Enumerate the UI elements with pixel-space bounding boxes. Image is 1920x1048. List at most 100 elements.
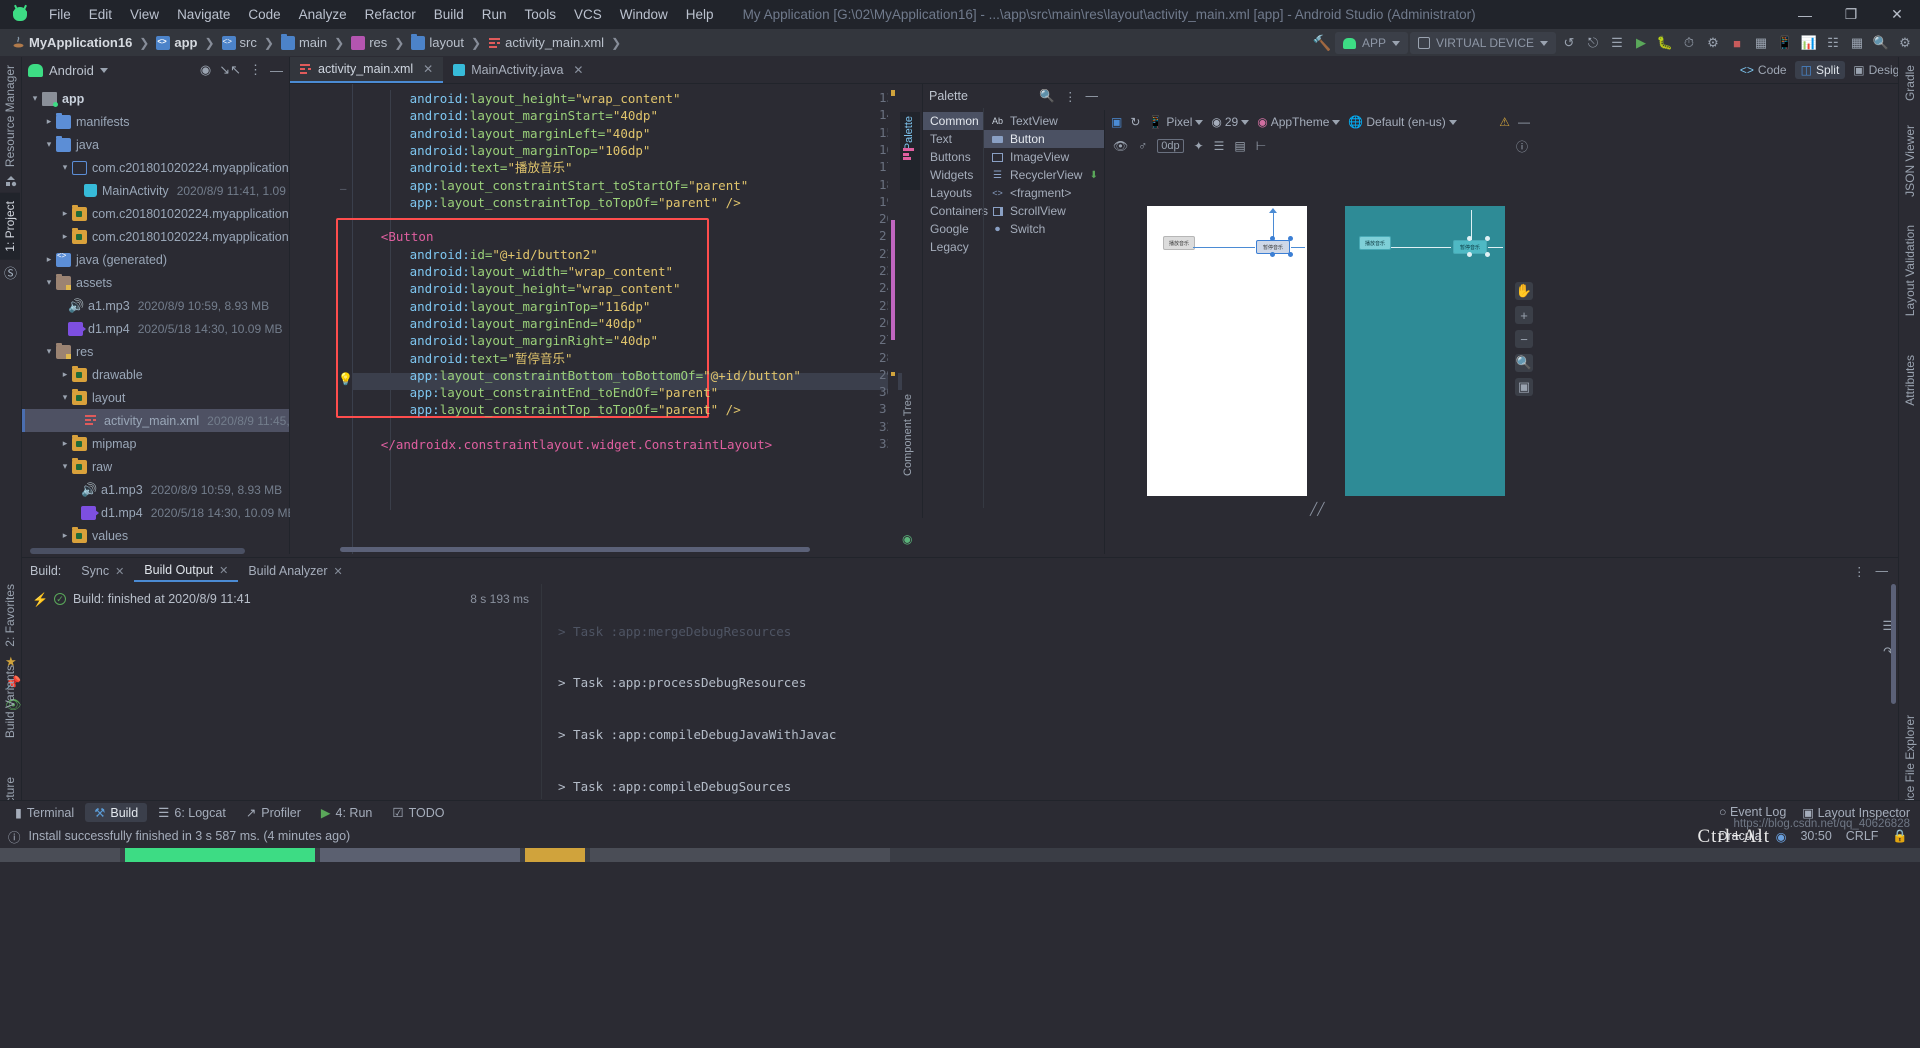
build-panel-side-icons[interactable]: ☰ ↷ (1876, 584, 1898, 799)
device-preview-render[interactable]: 播放音乐 暂停音乐 (1147, 206, 1307, 496)
build-status-row[interactable]: ✓ Build: finished at 2020/8/9 11:41 (32, 592, 541, 606)
palette-category-buttons[interactable]: Buttons (923, 148, 983, 166)
breadcrumb-item-project[interactable]: MyApplication16 (8, 33, 136, 52)
search-icon[interactable]: 🔍 (1039, 89, 1055, 104)
left-tool-strip[interactable]: Resource Manager 1: Project Ⓢ 2: Favorit… (0, 57, 22, 863)
sidebar-tab-json-viewer[interactable]: JSON Viewer (1900, 117, 1920, 205)
resize-handle-tr[interactable] (1485, 236, 1490, 241)
maximize-button[interactable]: ❐ (1828, 0, 1874, 29)
search-everywhere-icon[interactable]: 🔍 (1870, 32, 1892, 54)
code-line[interactable]: android:text="播放音乐" (352, 159, 573, 176)
right-tool-strip[interactable]: Gradle JSON Viewer Layout Validation Att… (1898, 57, 1920, 863)
chevron-right-icon[interactable]: ▸ (58, 369, 72, 380)
mode-button-split[interactable]: ◫ Split (1794, 61, 1846, 79)
zoom-out-icon[interactable]: − (1515, 330, 1533, 348)
profile-icon[interactable]: ⏱ (1678, 32, 1700, 54)
bottom-tab-run[interactable]: ▶ 4: Run (312, 803, 381, 822)
tree-row-raw-a1mp3[interactable]: 🔊 a1.mp3 2020/8/9 10:59, 8.93 MB (22, 478, 289, 501)
locale-dropdown[interactable]: 🌐 Default (en-us) (1348, 115, 1457, 129)
breadcrumb-item-main[interactable]: main (277, 33, 331, 52)
menu-item-help[interactable]: Help (677, 3, 723, 26)
resize-handle-br[interactable] (1288, 252, 1293, 257)
download-icon[interactable]: ⬇ (1090, 170, 1104, 181)
tree-row-assets-a1mp3[interactable]: 🔊 a1.mp3 2020/8/9 10:59, 8.93 MB (22, 294, 289, 317)
canvas-resize-handle[interactable]: ╱╱ (1310, 502, 1324, 516)
design-surface-icon[interactable]: ▣ (1111, 115, 1122, 129)
menu-item-analyze[interactable]: Analyze (290, 3, 356, 26)
chevron-down-icon[interactable]: ▾ (58, 461, 72, 472)
chevron-down-icon[interactable]: ▾ (42, 139, 56, 150)
build-tree-pane[interactable]: ⚡ ✓ Build: finished at 2020/8/9 11:41 8 … (22, 584, 542, 799)
build-run-icon[interactable]: ⚡ (32, 592, 48, 608)
api-dropdown[interactable]: ◉ 29 (1211, 115, 1250, 129)
chevron-right-icon[interactable]: ▸ (58, 530, 72, 541)
project-structure-icon[interactable]: ☷ (1822, 32, 1844, 54)
default-margin-value[interactable]: 0dp (1157, 139, 1184, 153)
kebab-menu-icon[interactable]: ⋮ (1853, 564, 1866, 579)
chevron-right-icon[interactable]: ▸ (58, 231, 72, 242)
sdk-icon[interactable]: ▦ (1846, 32, 1868, 54)
tree-row-assets-d1mp4[interactable]: d1.mp4 2020/5/18 14:30, 10.09 MB (22, 317, 289, 340)
warning-marker[interactable] (891, 90, 895, 96)
window-controls[interactable]: — ❐ ✕ (1782, 0, 1920, 29)
build-tab-bar[interactable]: Build: Sync ✕ Build Output ✕ Build Analy… (22, 558, 1898, 584)
taskbar-item[interactable] (320, 848, 520, 862)
code-line[interactable]: android:layout_marginTop="106dp" (352, 142, 651, 159)
chevron-down-icon[interactable]: ▾ (42, 277, 56, 288)
palette-category-widgets[interactable]: Widgets (923, 166, 983, 184)
warning-icon[interactable]: ⚠ (1499, 115, 1510, 129)
tree-row-raw[interactable]: ▾ raw (22, 455, 289, 478)
guideline-icon[interactable]: ☰ (1214, 139, 1225, 153)
minimize-icon[interactable]: — (1876, 564, 1889, 579)
code-line[interactable]: android:layout_width="wrap_content" (352, 263, 673, 280)
project-tree[interactable]: ▾ app ▸ manifests ▾ java ▾ com.c20180102… (22, 83, 353, 547)
code-line[interactable]: android:layout_marginTop="116dp" (352, 298, 651, 315)
build-tab-build-analyzer[interactable]: Build Analyzer ✕ (238, 561, 352, 581)
debug-button-icon[interactable]: 🐛 (1654, 32, 1676, 54)
project-view-selector[interactable]: Android (49, 63, 94, 78)
close-icon[interactable]: ✕ (219, 564, 228, 577)
layout-editor-icon[interactable]: ▦ (1750, 32, 1772, 54)
chevron-right-icon[interactable]: ▸ (42, 254, 56, 265)
editor-tab-mainactivity-java[interactable]: MainActivity.java ✕ (443, 57, 593, 83)
palette-item-button[interactable]: Button (984, 130, 1104, 148)
main-menu[interactable]: File Edit View Navigate Code Analyze Ref… (40, 3, 723, 26)
code-line[interactable]: <Button (352, 228, 434, 245)
code-line[interactable]: android:id="@+id/button2" (352, 246, 598, 263)
palette-item-scrollview[interactable]: ScrollView (984, 202, 1104, 220)
menu-item-window[interactable]: Window (611, 3, 677, 26)
breadcrumb-item-app[interactable]: app (152, 33, 201, 52)
build-tab-build-output[interactable]: Build Output ✕ (134, 560, 239, 582)
maven-icon[interactable]: Ⓢ (4, 263, 17, 282)
close-icon[interactable]: ✕ (115, 565, 124, 578)
tree-row-values[interactable]: ▸ values (22, 524, 289, 547)
editor-tab-activity-main-xml[interactable]: activity_main.xml ✕ (290, 57, 444, 83)
intention-bulb-icon[interactable]: 💡 (338, 372, 353, 386)
run-configuration-selector[interactable]: APP (1334, 32, 1408, 54)
avd-manager-icon[interactable]: ⎋ (1582, 32, 1604, 54)
breadcrumb-item-src[interactable]: src (218, 33, 261, 52)
chevron-down-icon[interactable]: ▾ (42, 346, 56, 357)
bottom-tab-logcat[interactable]: ☰ 6: Logcat (149, 803, 235, 822)
component-tree-label[interactable]: Component Tree (898, 390, 918, 480)
close-button[interactable]: ✕ (1874, 0, 1920, 29)
sidebar-tab-layout-validation[interactable]: Layout Validation (1900, 217, 1920, 324)
sidebar-tab-favorites[interactable]: 2: Favorites (0, 576, 20, 655)
run-button-icon[interactable]: ▶ (1630, 32, 1652, 54)
chevron-right-icon[interactable]: ▸ (58, 208, 72, 219)
sidebar-tab-build-variants[interactable]: Build Variants (0, 657, 20, 746)
resize-handle-tl[interactable] (1467, 236, 1472, 241)
sidebar-tab-gradle[interactable]: Gradle (1900, 57, 1920, 109)
sdk-manager-icon[interactable]: ☰ (1606, 32, 1628, 54)
bottom-tab-terminal[interactable]: ▮ Terminal (6, 803, 83, 822)
code-line[interactable]: android:layout_marginLeft="40dp" (352, 125, 651, 142)
baseline-icon[interactable]: ⊢ (1256, 139, 1266, 153)
palette-items[interactable]: Ab TextView Button ImageView ☰ RecyclerV… (983, 108, 1104, 508)
chevron-down-icon[interactable]: ▾ (58, 392, 72, 403)
breadcrumb-item-layout[interactable]: layout (407, 33, 468, 52)
orientation-icon[interactable]: ↻ (1130, 115, 1140, 129)
code-line[interactable]: android:layout_marginRight="40dp" (352, 332, 658, 349)
tree-row-raw-d1mp4[interactable]: d1.mp4 2020/5/18 14:30, 10.09 MB (22, 501, 295, 524)
bottom-tool-window-bar[interactable]: ▮ Terminal ⚒ Build ☰ 6: Logcat ↗ Profile… (0, 800, 1920, 824)
magic-wand-icon[interactable]: ✦ (1194, 139, 1204, 153)
